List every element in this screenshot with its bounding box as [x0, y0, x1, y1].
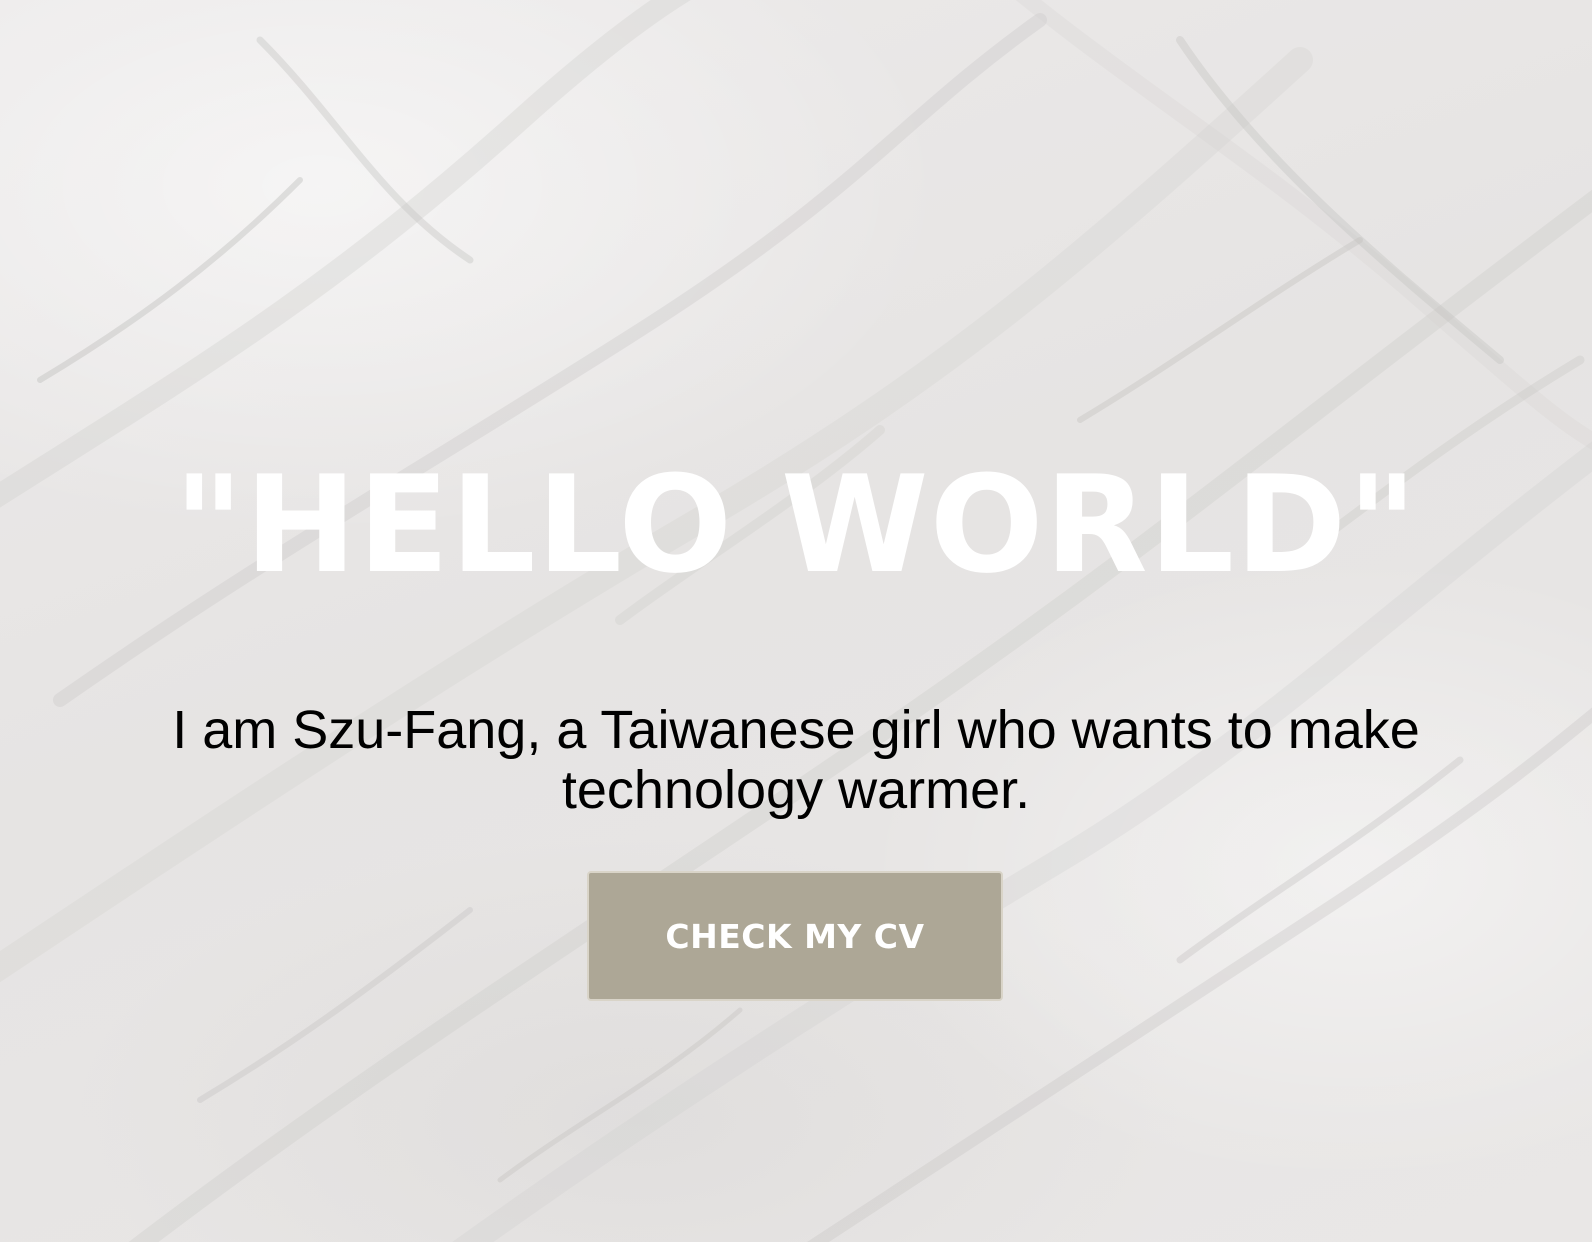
hero-section: "HELLO WORLD" I am Szu-Fang, a Taiwanese…	[0, 0, 1592, 1242]
check-cv-button[interactable]: CHECK MY CV	[587, 871, 1003, 1001]
hero-tagline: I am Szu-Fang, a Taiwanese girl who want…	[172, 700, 1420, 820]
hero-title: "HELLO WORLD"	[173, 447, 1419, 603]
check-cv-button-label: CHECK MY CV	[665, 916, 925, 956]
